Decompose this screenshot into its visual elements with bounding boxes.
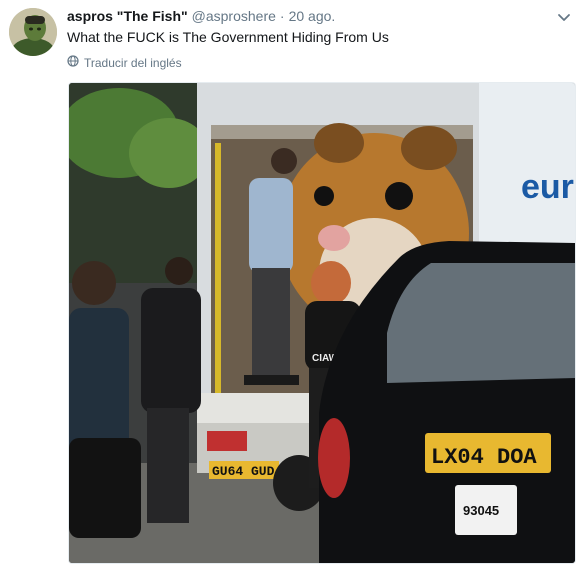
- tweet-photo[interactable]: eure GU64 GUD CIAW: [68, 82, 576, 564]
- translate-label: Traducir del inglés: [84, 55, 182, 70]
- truck-plate: GU64 GUD: [212, 464, 275, 479]
- taxi-plate: LX04 DOA: [431, 445, 537, 470]
- chevron-down-icon[interactable]: [556, 9, 572, 25]
- display-name[interactable]: aspros "The Fish": [67, 8, 188, 24]
- translate-link[interactable]: Traducir del inglés: [67, 55, 182, 70]
- timestamp[interactable]: 20 ago.: [289, 8, 336, 24]
- tweet-header: aspros "The Fish" @asproshere · 20 ago.: [67, 8, 335, 26]
- user-handle[interactable]: @asproshere: [192, 8, 276, 24]
- globe-icon: [67, 55, 79, 70]
- truck-brand-text: eure: [521, 168, 575, 206]
- taxi-permit-number: 93045: [463, 503, 499, 518]
- separator: ·: [279, 8, 285, 24]
- avatar[interactable]: [9, 8, 57, 56]
- tweet-text: What the FUCK is The Government Hiding F…: [67, 29, 389, 45]
